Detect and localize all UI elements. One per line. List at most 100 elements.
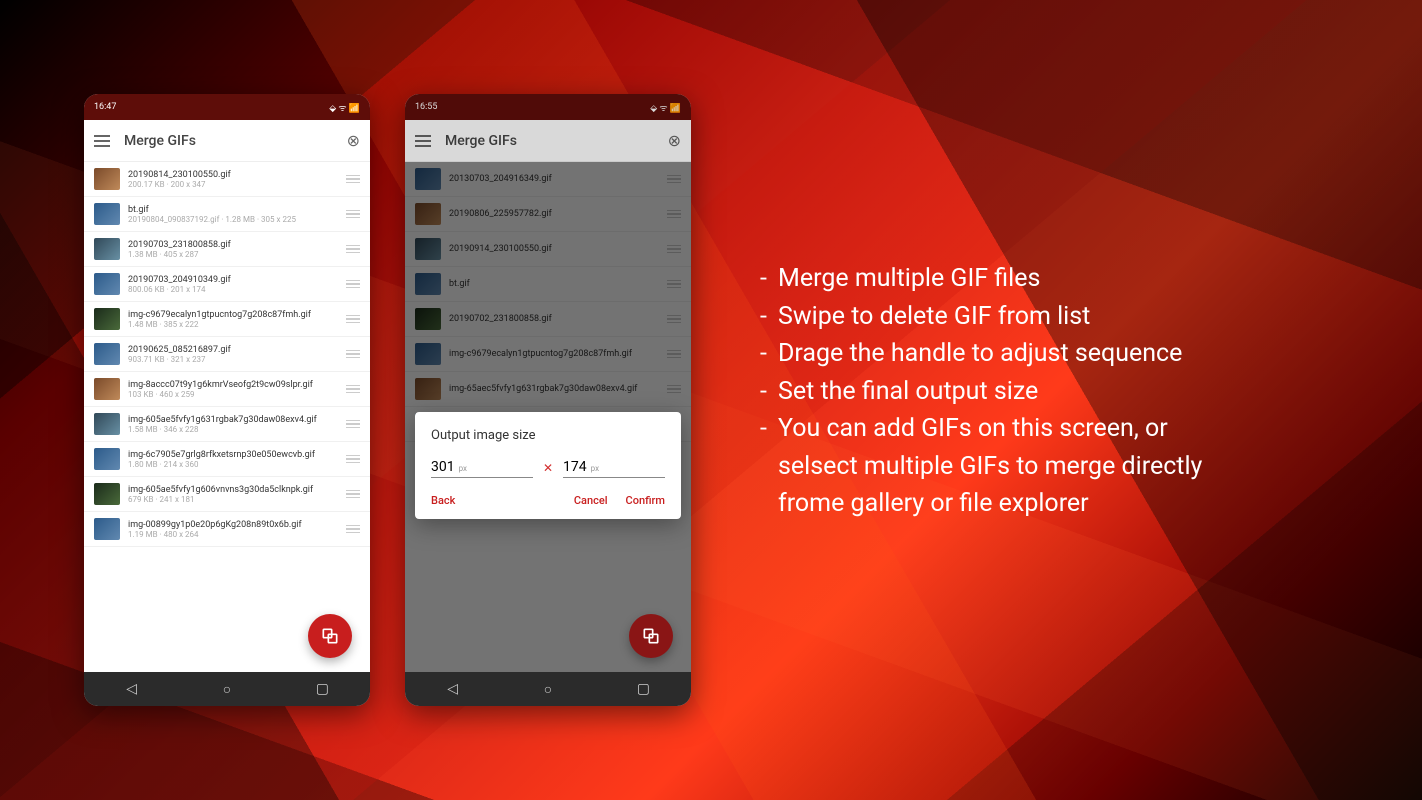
status-icons: ⬙ ᯤ 📶 [329, 101, 360, 114]
drag-handle-icon[interactable] [346, 525, 360, 534]
list-item[interactable]: img-c9679ecalyn1gtpucntog7g208c87fmh.gif… [84, 302, 370, 337]
file-meta: 20190625_085216897.gif903.71 KB · 321 x … [128, 345, 338, 364]
feature-line: - Set the final output size [760, 373, 1362, 411]
list-item[interactable]: bt.gif20190804_090837192.gif · 1.28 MB ·… [84, 197, 370, 232]
file-meta: img-605ae5fvfy1g631rgbak7g30daw08exv4.gi… [128, 415, 338, 434]
feature-list: - Merge multiple GIF files- Swipe to del… [760, 260, 1362, 523]
file-name: img-605ae5fvfy1g606vnvns3g30da5clknpk.gi… [128, 485, 338, 495]
file-name: 20190703_231800858.gif [128, 240, 338, 250]
thumbnail [94, 378, 120, 400]
close-icon[interactable]: ⊗ [347, 131, 360, 150]
gif-list: 20130703_204916349.gif20190806_225957782… [405, 162, 691, 672]
nav-home-icon[interactable]: ○ [207, 681, 247, 698]
bullet-dash: - [760, 410, 778, 448]
thumbnail [94, 413, 120, 435]
drag-handle-icon[interactable] [346, 280, 360, 289]
feature-line: - Drage the handle to adjust sequence [760, 335, 1362, 373]
file-details: 1.58 MB · 346 x 228 [128, 425, 338, 434]
drag-handle-icon[interactable] [346, 455, 360, 464]
bullet-dash: - [760, 298, 778, 336]
drag-handle-icon[interactable] [346, 210, 360, 219]
file-name: img-6c7905e7grlg8rfkxetsrnp30e050ewcvb.g… [128, 450, 338, 460]
file-meta: 20190703_231800858.gif1.38 MB · 405 x 28… [128, 240, 338, 259]
thumbnail [94, 238, 120, 260]
thumbnail [94, 343, 120, 365]
drag-handle-icon[interactable] [346, 175, 360, 184]
feature-line: - Merge multiple GIF files [760, 260, 1362, 298]
back-button[interactable]: Back [431, 494, 455, 507]
file-meta: 20190703_204910349.gif800.06 KB · 201 x … [128, 275, 338, 294]
width-input[interactable]: 301 px [431, 457, 533, 478]
file-meta: img-605ae5fvfy1g606vnvns3g30da5clknpk.gi… [128, 485, 338, 504]
close-icon[interactable]: ⊗ [668, 131, 681, 150]
phone-screenshot-2: 16:55 ⬙ ᯤ 📶 Merge GIFs ⊗ 20130703_204916… [405, 94, 691, 706]
nav-back-icon[interactable]: ◁ [433, 681, 473, 697]
drag-handle-icon[interactable] [346, 385, 360, 394]
drag-handle-icon[interactable] [346, 420, 360, 429]
file-name: img-605ae5fvfy1g631rgbak7g30daw08exv4.gi… [128, 415, 338, 425]
phone-screenshot-1: 16:47 ⬙ ᯤ 📶 Merge GIFs ⊗ 20190814_230100… [84, 94, 370, 706]
list-item[interactable]: 20190703_231800858.gif1.38 MB · 405 x 28… [84, 232, 370, 267]
file-name: img-00899gy1p0e20p6gKg208n89t0x6b.gif [128, 520, 338, 530]
file-meta: bt.gif20190804_090837192.gif · 1.28 MB ·… [128, 205, 338, 224]
menu-icon[interactable] [415, 135, 431, 147]
list-item[interactable]: 20190814_230100550.gif200.17 KB · 200 x … [84, 162, 370, 197]
confirm-button[interactable]: Confirm [626, 494, 665, 507]
bullet-dash: - [760, 260, 778, 298]
file-details: 679 KB · 241 x 181 [128, 495, 338, 504]
list-item[interactable]: img-6c7905e7grlg8rfkxetsrnp30e050ewcvb.g… [84, 442, 370, 477]
nav-home-icon[interactable]: ○ [528, 681, 568, 698]
page-title: Merge GIFs [124, 133, 333, 149]
file-meta: img-c9679ecalyn1gtpucntog7g208c87fmh.gif… [128, 310, 338, 329]
feature-line: - Swipe to delete GIF from list [760, 298, 1362, 336]
drag-handle-icon[interactable] [346, 245, 360, 254]
nav-back-icon[interactable]: ◁ [112, 681, 152, 697]
nav-recent-icon[interactable]: ▢ [623, 681, 663, 697]
dialog-title: Output image size [431, 428, 665, 443]
gif-list[interactable]: 20190814_230100550.gif200.17 KB · 200 x … [84, 162, 370, 672]
feature-line-continuation: selsect multiple GIFs to merge directly [760, 448, 1362, 486]
list-item[interactable]: 20190703_204910349.gif800.06 KB · 201 x … [84, 267, 370, 302]
menu-icon[interactable] [94, 135, 110, 147]
drag-handle-icon[interactable] [346, 490, 360, 499]
thumbnail [94, 308, 120, 330]
list-item[interactable]: img-605ae5fvfy1g631rgbak7g30daw08exv4.gi… [84, 407, 370, 442]
file-details: 103 KB · 460 x 259 [128, 390, 338, 399]
status-time: 16:47 [94, 102, 116, 112]
list-item[interactable]: img-8accc07t9y1g6kmrVseofg2t9cw09slpr.gi… [84, 372, 370, 407]
thumbnail [94, 168, 120, 190]
nav-recent-icon[interactable]: ▢ [302, 681, 342, 697]
thumbnail [94, 203, 120, 225]
status-icons: ⬙ ᯤ 📶 [650, 101, 681, 114]
times-icon: ✕ [543, 461, 553, 475]
output-size-dialog: Output image size 301 px ✕ 174 px Back [415, 412, 681, 519]
file-meta: img-00899gy1p0e20p6gKg208n89t0x6b.gif1.1… [128, 520, 338, 539]
list-item[interactable]: img-605ae5fvfy1g606vnvns3g30da5clknpk.gi… [84, 477, 370, 512]
file-name: img-c9679ecalyn1gtpucntog7g208c87fmh.gif [128, 310, 338, 320]
file-details: 800.06 KB · 201 x 174 [128, 285, 338, 294]
cancel-button[interactable]: Cancel [574, 494, 608, 507]
list-item[interactable]: 20190625_085216897.gif903.71 KB · 321 x … [84, 337, 370, 372]
file-name: 20190814_230100550.gif [128, 170, 338, 180]
merge-fab[interactable] [308, 614, 352, 658]
thumbnail [94, 518, 120, 540]
file-details: 903.71 KB · 321 x 237 [128, 355, 338, 364]
height-input[interactable]: 174 px [563, 457, 665, 478]
file-meta: img-8accc07t9y1g6kmrVseofg2t9cw09slpr.gi… [128, 380, 338, 399]
list-item[interactable]: img-00899gy1p0e20p6gKg208n89t0x6b.gif1.1… [84, 512, 370, 547]
app-bar: Merge GIFs ⊗ [405, 120, 691, 162]
thumbnail [94, 273, 120, 295]
file-name: img-8accc07t9y1g6kmrVseofg2t9cw09slpr.gi… [128, 380, 338, 390]
file-details: 1.80 MB · 214 x 360 [128, 460, 338, 469]
file-details: 200.17 KB · 200 x 347 [128, 180, 338, 189]
drag-handle-icon[interactable] [346, 315, 360, 324]
drag-handle-icon[interactable] [346, 350, 360, 359]
thumbnail [94, 483, 120, 505]
bullet-dash: - [760, 335, 778, 373]
merge-fab[interactable] [629, 614, 673, 658]
file-details: 1.19 MB · 480 x 264 [128, 530, 338, 539]
feature-line-continuation: frome gallery or file explorer [760, 485, 1362, 523]
status-bar: 16:55 ⬙ ᯤ 📶 [405, 94, 691, 120]
status-time: 16:55 [415, 102, 437, 112]
bullet-dash: - [760, 373, 778, 411]
